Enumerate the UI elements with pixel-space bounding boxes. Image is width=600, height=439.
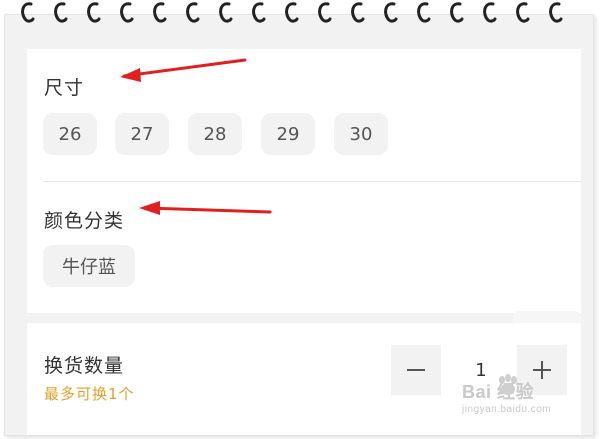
notebook-ring-icon xyxy=(483,2,497,23)
quantity-limit-hint: 最多可换1个 xyxy=(44,385,135,403)
notebook-frame: 尺寸 26 27 28 29 30 颜色分类 牛仔蓝 换货数量 最多可换1个 1 xyxy=(4,14,594,436)
notebook-ring-icon xyxy=(87,2,101,23)
size-option-29[interactable]: 29 xyxy=(261,113,315,155)
notebook-ring-icon xyxy=(417,2,431,23)
notebook-ring-icon xyxy=(252,2,266,23)
spec-panel: 尺寸 26 27 28 29 30 颜色分类 牛仔蓝 xyxy=(27,49,581,333)
notebook-ring-icon xyxy=(120,2,134,23)
size-option-26[interactable]: 26 xyxy=(43,113,97,155)
watermark-url: jingyan.baidu.com xyxy=(462,404,552,415)
notebook-ring-icon xyxy=(285,2,299,23)
baidu-watermark: Bai 经验 jingyan.baidu.com xyxy=(462,374,552,415)
size-section-title: 尺寸 xyxy=(44,77,85,99)
minus-icon xyxy=(407,369,425,371)
color-option-denim-blue[interactable]: 牛仔蓝 xyxy=(43,245,135,287)
section-divider xyxy=(43,181,581,182)
notebook-ring-icon xyxy=(219,2,233,23)
notebook-ring-icon xyxy=(318,2,332,23)
notebook-ring-icon xyxy=(549,2,563,23)
baidu-paw-icon xyxy=(499,374,517,395)
notebook-ring-icon xyxy=(153,2,167,23)
quantity-title: 换货数量 xyxy=(44,355,125,377)
notebook-ring-icon xyxy=(351,2,365,23)
notebook-ring-icon xyxy=(450,2,464,23)
notebook-ring-icon xyxy=(54,2,68,23)
color-section-title: 颜色分类 xyxy=(44,210,125,232)
decrement-button[interactable] xyxy=(391,345,441,395)
notebook-ring-icon xyxy=(21,2,35,23)
notebook-ring-icon xyxy=(186,2,200,23)
notebook-ring-icon xyxy=(516,2,530,23)
size-option-27[interactable]: 27 xyxy=(115,113,169,155)
notebook-rings xyxy=(21,2,563,23)
notebook-ring-icon xyxy=(384,2,398,23)
size-option-30[interactable]: 30 xyxy=(334,113,388,155)
size-option-28[interactable]: 28 xyxy=(188,113,242,155)
